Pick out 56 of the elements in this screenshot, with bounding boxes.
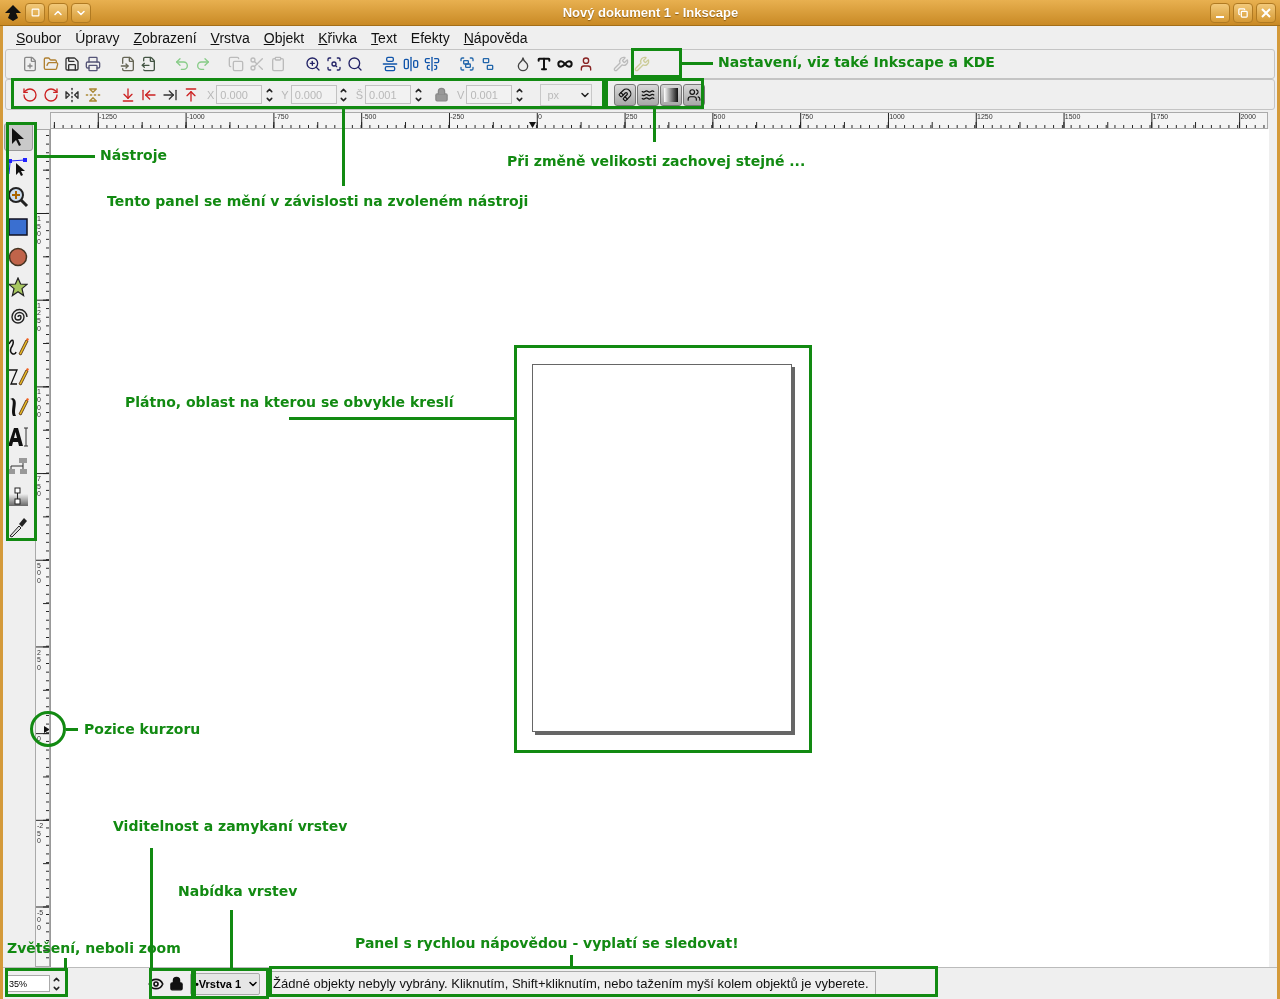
close-icon — [1261, 7, 1271, 18]
star-icon — [8, 277, 28, 297]
text-tool-icon — [7, 426, 29, 448]
pen-icon — [7, 366, 29, 388]
restore-button[interactable] — [1233, 2, 1253, 23]
layer-dropdown[interactable]: •Vrstva 1 — [190, 972, 260, 995]
callout-circle — [30, 711, 66, 747]
node-edit-icon — [7, 157, 29, 177]
rectangle-icon — [8, 218, 28, 236]
callout-frame — [5, 968, 68, 997]
callout-label: Viditelnost a zamykaní vrstev — [113, 818, 348, 834]
zoom-field[interactable]: 35% — [5, 975, 50, 992]
menu-item[interactable]: Efekty — [403, 29, 457, 46]
callout-label: Nabídka vrstev — [178, 883, 298, 899]
toggle-button[interactable] — [660, 83, 683, 106]
connector-icon — [7, 457, 29, 477]
magnet-icon — [618, 87, 633, 102]
dropper-icon — [8, 516, 28, 538]
menu-item[interactable]: Text — [364, 29, 404, 46]
callout-label: Nastavení, viz také Inkscape a KDE — [718, 54, 995, 70]
close-button[interactable] — [1256, 2, 1276, 23]
callout-label: Tento panel se mění v závislosti na zvoleném nástroji — [107, 193, 529, 209]
menu-item[interactable]: Soubor — [9, 29, 69, 46]
menu-item[interactable]: Křivka — [311, 29, 365, 46]
menu-item[interactable]: Objekt — [256, 29, 312, 46]
menu-item[interactable]: Zobrazení — [126, 29, 204, 46]
window-down-button[interactable] — [71, 2, 91, 23]
restore-icon — [1238, 7, 1248, 18]
menu-item[interactable]: Úpravy — [68, 29, 127, 46]
menu-item[interactable]: Nápověda — [456, 29, 535, 46]
callout-label: Plátno, oblast na kterou se obvykle kreslí — [125, 394, 454, 410]
minimize-button[interactable] — [1210, 2, 1230, 23]
pencil-icon — [7, 336, 29, 358]
square-icon — [30, 8, 40, 17]
menu-item[interactable]: Vrstva — [203, 29, 257, 46]
zoom-icon — [7, 186, 29, 208]
leader-line — [682, 62, 713, 65]
callout-label: Pozice kurzoru — [84, 721, 201, 737]
gradient-icon — [664, 87, 679, 102]
window-up-button[interactable] — [48, 2, 68, 23]
toggle-button[interactable] — [637, 83, 660, 106]
toggle-button[interactable] — [614, 83, 637, 106]
leader-line — [37, 155, 95, 158]
callout-label: Panel s rychlou nápovědou - vyplatí se sledovat! — [355, 935, 739, 951]
minimize-icon — [1216, 15, 1224, 18]
waves-icon — [641, 87, 656, 102]
callout-label: Při změně velikosti zachovej stejné ... — [507, 153, 806, 169]
gradient-icon — [7, 487, 29, 507]
circle-icon — [8, 247, 28, 267]
window-title: Nový dokument 1 - Inkscape — [561, 5, 740, 20]
app-logo-icon[interactable] — [4, 3, 22, 22]
leader-line — [230, 910, 233, 968]
people-icon — [687, 87, 702, 102]
callout-label: Nástroje — [100, 147, 167, 163]
leader-line — [653, 109, 656, 142]
spiral-icon — [8, 307, 28, 327]
